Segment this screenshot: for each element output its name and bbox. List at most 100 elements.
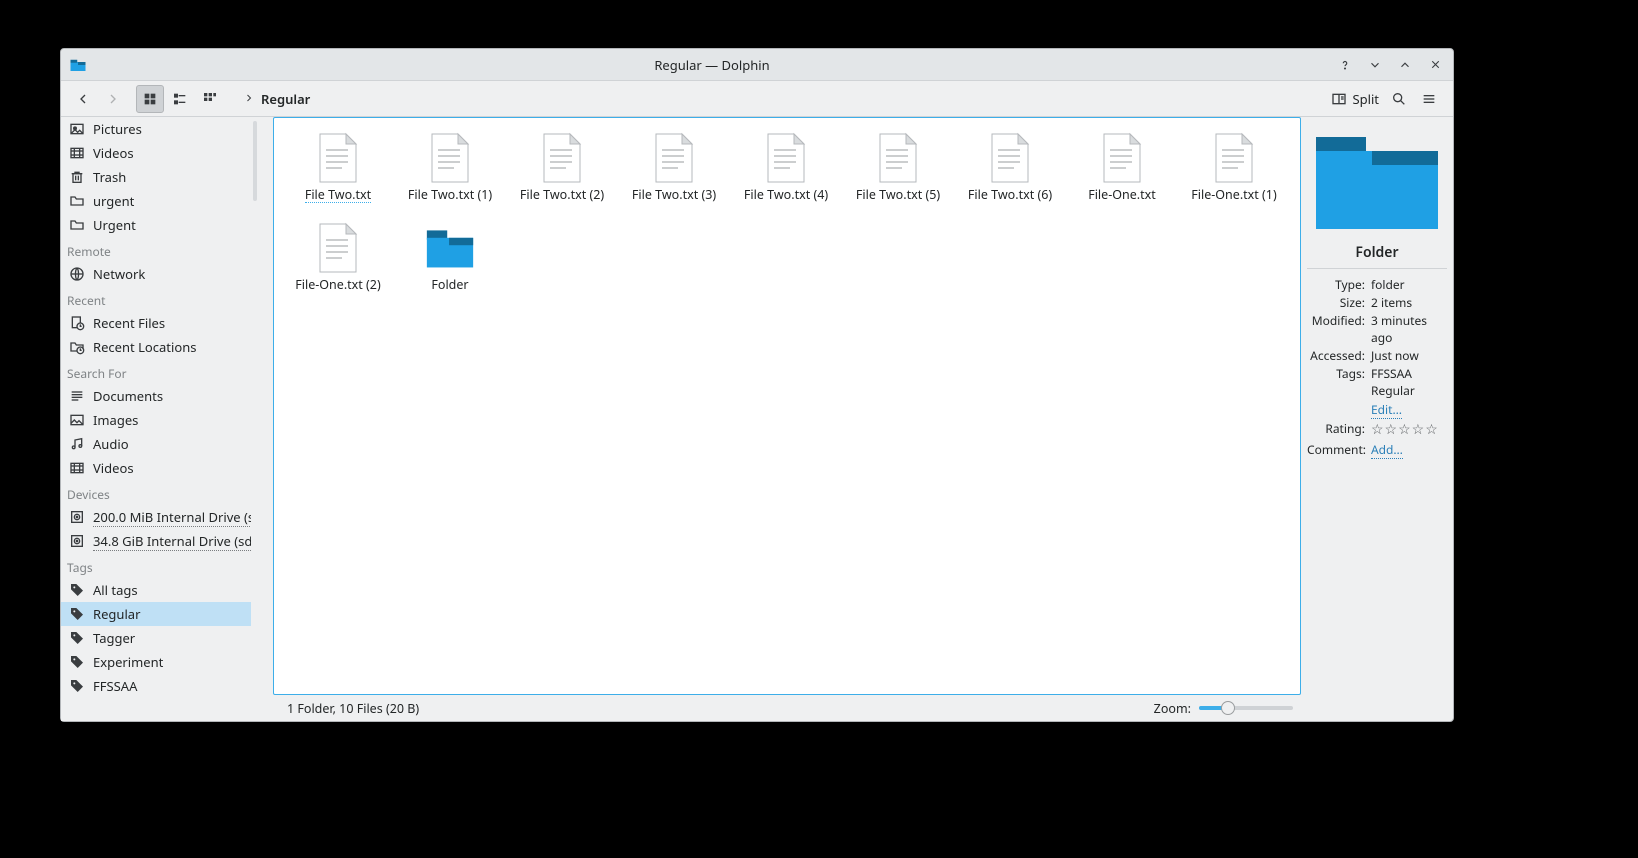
sidebar-item-label: Experiment [93, 653, 163, 671]
sidebar-item-label: Trash [93, 168, 126, 186]
split-button[interactable]: Split [1325, 90, 1385, 108]
sidebar-item-label: FFSSAA [93, 677, 137, 695]
close-icon[interactable] [1427, 57, 1443, 73]
sidebar-item-recent-files[interactable]: Recent Files [61, 311, 251, 335]
disk-icon [69, 509, 85, 525]
file-item[interactable]: File Two.txt [282, 130, 394, 220]
info-key: Size: [1307, 294, 1365, 311]
sidebar-section-header: Search For [61, 359, 251, 384]
tag-icon [69, 582, 85, 598]
sidebar-item-audio[interactable]: Audio [61, 432, 251, 456]
rating-stars[interactable]: ☆☆☆☆☆ [1371, 420, 1447, 439]
sidebar-item-documents[interactable]: Documents [61, 384, 251, 408]
sidebar-section-header: Recent [61, 286, 251, 311]
info-value: folder [1371, 276, 1447, 293]
info-key: Tags: [1307, 365, 1365, 399]
sidebar-item-200-0-mib-internal-drive-s-[interactable]: 200.0 MiB Internal Drive (s… [61, 505, 251, 529]
sidebar-item-all-tags[interactable]: All tags [61, 578, 251, 602]
info-row: Accessed:Just now [1307, 347, 1447, 364]
sidebar-item-34-8-gib-internal-drive-sd-[interactable]: 34.8 GiB Internal Drive (sd… [61, 529, 251, 553]
info-row: Size: 2 items [1307, 294, 1447, 311]
search-button[interactable] [1385, 85, 1413, 113]
sidebar-item-label: urgent [93, 192, 134, 210]
toolbar: Regular Split [61, 81, 1453, 117]
file-item[interactable]: File Two.txt (6) [954, 130, 1066, 220]
forward-button[interactable] [99, 85, 127, 113]
sidebar-section-header: Tags [61, 553, 251, 578]
minimize-icon[interactable] [1367, 57, 1383, 73]
status-text: 1 Folder, 10 Files (20 B) [287, 700, 419, 717]
info-panel: Folder Type:folderSize:2 itemsModified:3… [1301, 117, 1453, 721]
sidebar-item-images[interactable]: Images [61, 408, 251, 432]
file-item[interactable]: File Two.txt (4) [730, 130, 842, 220]
file-item[interactable]: File Two.txt (5) [842, 130, 954, 220]
file-label: File Two.txt [305, 188, 371, 203]
sidebar-item-tagger[interactable]: Tagger [61, 626, 251, 650]
sidebar-item-experiment[interactable]: Experiment [61, 650, 251, 674]
sidebar-item-label: Documents [93, 387, 163, 405]
audio-icon [69, 436, 85, 452]
sidebar-item-videos[interactable]: Videos [61, 456, 251, 480]
text-file-icon [985, 130, 1035, 186]
trash-icon [69, 169, 85, 185]
sidebar-item-network[interactable]: Network [61, 262, 251, 286]
text-file-icon [873, 130, 923, 186]
sidebar-splitter[interactable] [251, 117, 259, 721]
file-item[interactable]: File Two.txt (1) [394, 130, 506, 220]
chevron-right-icon [243, 90, 255, 108]
sidebar-item-label: Audio [93, 435, 129, 453]
sidebar-item-label: Network [93, 265, 145, 283]
file-item[interactable]: File Two.txt (2) [506, 130, 618, 220]
file-item[interactable]: File Two.txt (3) [618, 130, 730, 220]
videos-icon [69, 460, 85, 476]
documents-icon [69, 388, 85, 404]
sidebar-item-regular[interactable]: Regular [61, 602, 251, 626]
tag-icon [69, 606, 85, 622]
details-view-button[interactable] [196, 85, 224, 113]
window-title: Regular — Dolphin [87, 56, 1337, 74]
text-file-icon [313, 130, 363, 186]
sidebar-item-urgent[interactable]: urgent [61, 189, 251, 213]
zoom-slider[interactable] [1199, 706, 1293, 710]
sidebar-item-label: Recent Files [93, 314, 165, 332]
folder-item[interactable]: Folder [394, 220, 506, 310]
sidebar-item-label: 34.8 GiB Internal Drive (sd… [93, 532, 251, 550]
icons-view-button[interactable] [136, 85, 164, 113]
help-icon[interactable] [1337, 57, 1353, 73]
maximize-icon[interactable] [1397, 57, 1413, 73]
info-value: 2 items [1371, 294, 1447, 311]
file-item[interactable]: File-One.txt [1066, 130, 1178, 220]
sidebar-item-pictures[interactable]: Pictures [61, 117, 251, 141]
info-folder-icon [1312, 127, 1442, 237]
file-view[interactable]: File Two.txt File Two.txt (1) File Two.t… [273, 117, 1301, 695]
sidebar-item-urgent[interactable]: Urgent [61, 213, 251, 237]
sidebar-item-label: All tags [93, 581, 138, 599]
compact-view-button[interactable] [166, 85, 194, 113]
tag-icon [69, 630, 85, 646]
videos-icon [69, 145, 85, 161]
sidebar-item-recent-locations[interactable]: Recent Locations [61, 335, 251, 359]
sidebar-item-videos[interactable]: Videos [61, 141, 251, 165]
info-row: Type:folder [1307, 276, 1447, 293]
sidebar-item-label: Videos [93, 144, 134, 162]
hamburger-menu-button[interactable] [1415, 85, 1443, 113]
sidebar-item-ffssaa[interactable]: FFSSAA [61, 674, 251, 698]
tags-edit-link[interactable]: Edit… [1371, 401, 1402, 419]
file-item[interactable]: File-One.txt (2) [282, 220, 394, 310]
network-icon [69, 266, 85, 282]
dolphin-window: Regular — Dolphin [60, 48, 1454, 722]
breadcrumb[interactable]: Regular [243, 90, 310, 108]
text-file-icon [313, 220, 363, 276]
sidebar-item-label: Tagger [93, 629, 135, 647]
back-button[interactable] [69, 85, 97, 113]
sidebar-item-label: 200.0 MiB Internal Drive (s… [93, 508, 251, 526]
file-item[interactable]: File-One.txt (1) [1178, 130, 1290, 220]
file-label: File Two.txt (3) [632, 188, 716, 202]
text-file-icon [425, 130, 475, 186]
sidebar-item-label: Videos [93, 459, 134, 477]
disk-icon [69, 533, 85, 549]
comment-add-link[interactable]: Add… [1371, 441, 1403, 459]
breadcrumb-current[interactable]: Regular [261, 90, 310, 108]
sidebar-item-trash[interactable]: Trash [61, 165, 251, 189]
folder-icon [425, 220, 475, 276]
